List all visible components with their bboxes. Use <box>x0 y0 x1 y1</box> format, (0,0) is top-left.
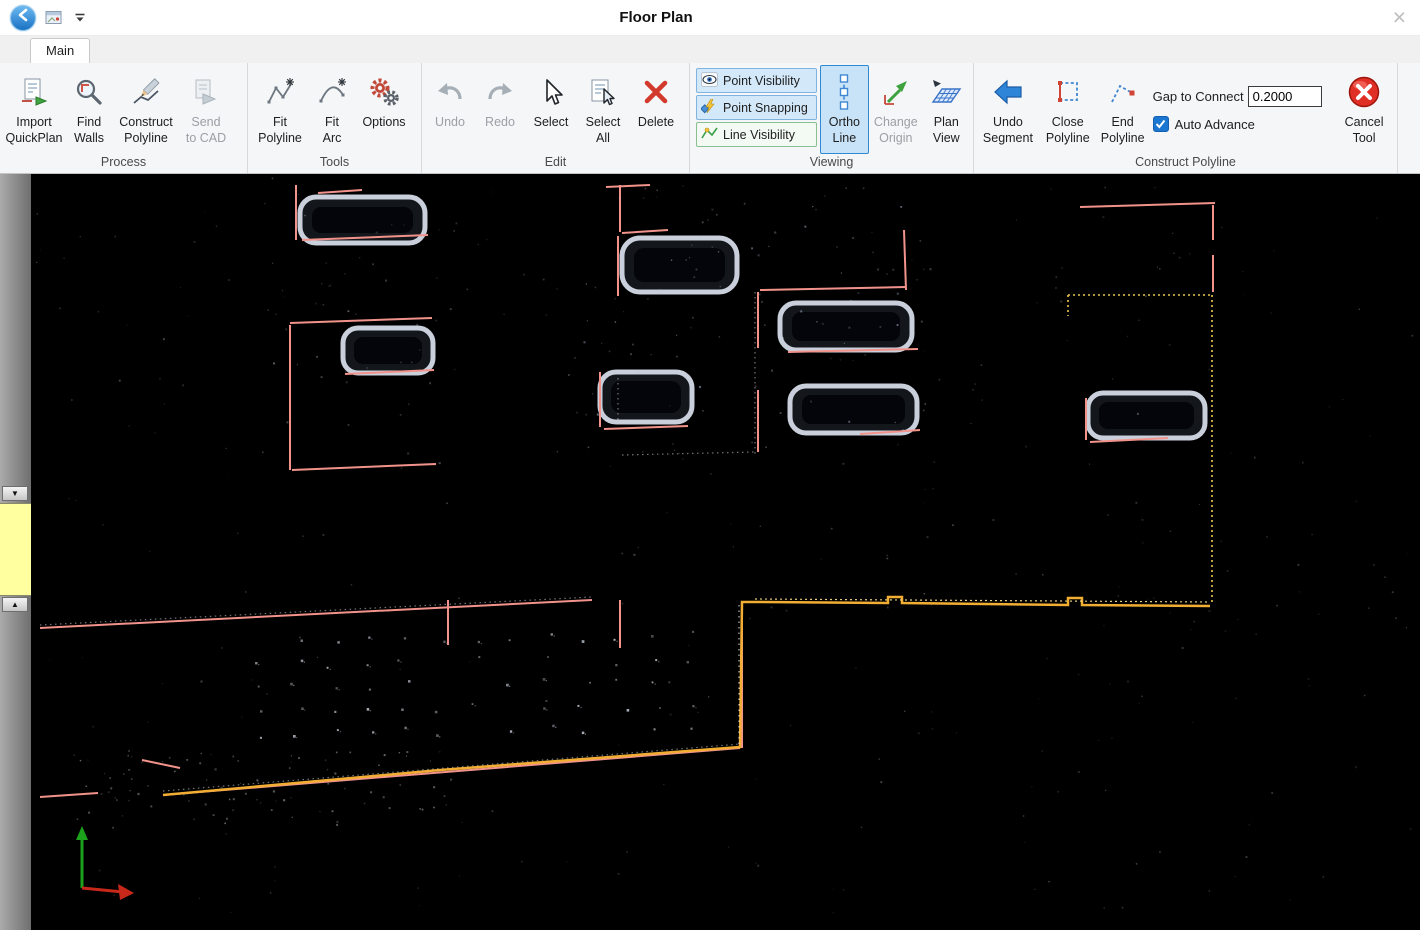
undo-button[interactable]: Undo <box>425 65 475 154</box>
import-quickplan-icon <box>19 69 49 115</box>
fit-polyline-icon <box>265 69 295 115</box>
delete-button[interactable]: Delete <box>629 65 683 154</box>
ribbon: ImportQuickPlan FindWalls <box>0 63 1420 174</box>
fit-arc-icon <box>317 69 347 115</box>
end-polyline-button[interactable]: EndPolyline <box>1097 65 1149 154</box>
close-polyline-icon <box>1053 69 1083 115</box>
redo-button[interactable]: Redo <box>475 65 525 154</box>
point-visibility-toggle[interactable]: Point Visibility <box>696 68 817 93</box>
construct-options-panel: Gap to Connect Auto Advance <box>1149 65 1335 154</box>
group-label-viewing: Viewing <box>690 154 973 173</box>
fit-polyline-button[interactable]: FitPolyline <box>251 65 309 154</box>
elevation-strip: ▼ ▲ <box>0 174 31 930</box>
import-quickplan-button[interactable]: ImportQuickPlan <box>3 65 65 154</box>
options-gears-icon <box>368 69 400 115</box>
change-origin-button[interactable]: ChangeOrigin <box>869 65 922 154</box>
elevation-up-button[interactable]: ▲ <box>2 597 28 612</box>
select-all-icon <box>588 69 618 115</box>
workspace: ▼ ▲ <box>0 174 1420 930</box>
point-visibility-eye-icon <box>701 72 718 90</box>
title-bar: Floor Plan × <box>0 0 1420 36</box>
plan-view-icon <box>930 69 962 115</box>
quick-access-dropdown[interactable] <box>72 11 88 25</box>
floor-plan-canvas[interactable] <box>33 174 1420 930</box>
undo-segment-button[interactable]: UndoSegment <box>977 65 1039 154</box>
find-walls-button[interactable]: FindWalls <box>65 65 113 154</box>
send-to-cad-icon <box>191 69 221 115</box>
options-button[interactable]: Options <box>355 65 413 154</box>
redo-icon <box>485 69 515 115</box>
group-label-edit: Edit <box>422 154 689 173</box>
auto-advance-label: Auto Advance <box>1175 117 1255 132</box>
app-window-icon <box>45 9 63 26</box>
back-chevron-icon <box>17 8 29 27</box>
cancel-tool-button[interactable]: CancelTool <box>1334 65 1394 154</box>
ribbon-tab-strip: Main <box>0 36 1420 63</box>
ribbon-group-tools: FitPolyline FitArc <box>248 63 422 173</box>
construct-polyline-icon <box>131 69 161 115</box>
ribbon-group-edit: Undo Redo Select <box>422 63 690 173</box>
end-polyline-icon <box>1108 69 1138 115</box>
undo-segment-arrow-icon <box>992 69 1024 115</box>
auto-advance-checkbox[interactable] <box>1153 116 1169 132</box>
select-cursor-icon <box>536 69 566 115</box>
delete-x-icon <box>641 69 671 115</box>
find-walls-icon <box>74 69 104 115</box>
ribbon-filler <box>1398 63 1420 173</box>
fit-arc-button[interactable]: FitArc <box>309 65 355 154</box>
back-button[interactable] <box>10 5 36 31</box>
construct-polyline-button[interactable]: ConstructPolyline <box>113 65 179 154</box>
ortho-line-icon <box>829 69 859 115</box>
ortho-line-button[interactable]: OrthoLine <box>820 65 869 154</box>
close-button[interactable]: × <box>1393 4 1406 30</box>
send-to-cad-button[interactable]: Sendto CAD <box>179 65 233 154</box>
group-label-process: Process <box>0 154 247 173</box>
viewing-toggle-stack: Point Visibility Point Snapping <box>693 65 820 154</box>
group-label-construct-polyline: Construct Polyline <box>974 154 1397 173</box>
point-snapping-icon <box>701 99 718 117</box>
ribbon-group-process: ImportQuickPlan FindWalls <box>0 63 248 173</box>
undo-icon <box>435 69 465 115</box>
line-visibility-toggle[interactable]: Line Visibility <box>696 122 817 147</box>
elevation-range-band[interactable] <box>0 503 31 596</box>
line-visibility-icon <box>701 126 718 144</box>
select-all-button[interactable]: SelectAll <box>577 65 629 154</box>
close-polyline-button[interactable]: ClosePolyline <box>1039 65 1097 154</box>
window-title: Floor Plan <box>619 9 692 26</box>
group-label-tools: Tools <box>248 154 421 173</box>
checkmark-icon <box>1155 117 1166 132</box>
cancel-tool-icon <box>1347 69 1381 115</box>
gap-to-connect-label: Gap to Connect <box>1153 89 1244 104</box>
select-button[interactable]: Select <box>525 65 577 154</box>
tab-main[interactable]: Main <box>30 38 90 63</box>
plan-view-button[interactable]: PlanView <box>923 65 970 154</box>
ribbon-group-construct-polyline: UndoSegment ClosePolyline <box>974 63 1398 173</box>
elevation-down-button[interactable]: ▼ <box>2 486 28 501</box>
point-snapping-toggle[interactable]: Point Snapping <box>696 95 817 120</box>
gap-to-connect-input[interactable] <box>1248 86 1322 107</box>
change-origin-icon <box>881 69 911 115</box>
ribbon-group-viewing: Point Visibility Point Snapping <box>690 63 974 173</box>
